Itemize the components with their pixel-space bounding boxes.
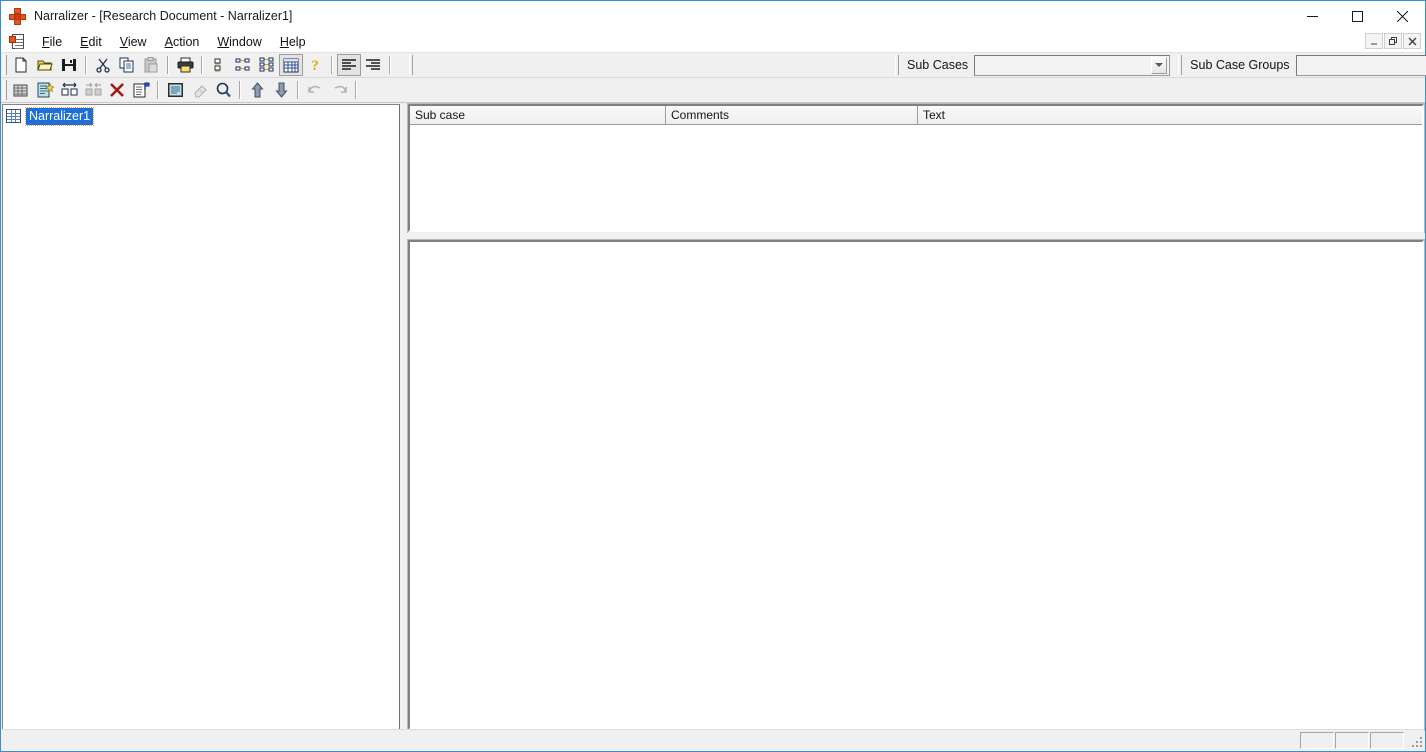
subcases-toolbar-grip[interactable]: [895, 55, 899, 75]
tree-item-label: Narralizer1: [24, 106, 95, 126]
collapse-icon[interactable]: [81, 79, 105, 101]
grid-view-icon[interactable]: [279, 54, 303, 76]
properties-icon[interactable]: [129, 79, 153, 101]
resize-grip-icon[interactable]: [1408, 733, 1422, 747]
status-panel-2: [1335, 731, 1369, 749]
client-area: Narralizer1 Sub case Comments Text: [1, 103, 1425, 732]
sub-cases-label: Sub Cases: [907, 58, 969, 72]
hierarchy-branch-icon[interactable]: [231, 54, 255, 76]
menu-item-file[interactable]: File: [33, 33, 71, 51]
toolbar-separator: [355, 81, 357, 99]
menu-item-window[interactable]: Window: [208, 33, 270, 51]
cut-scissors-icon[interactable]: [91, 54, 115, 76]
status-panel-1: [1300, 731, 1334, 749]
grid-node-icon: [6, 109, 21, 123]
action-toolbar: [1, 78, 1425, 103]
grid-small-icon[interactable]: [9, 79, 33, 101]
toolbar-separator: [157, 81, 159, 99]
sub-case-groups-label: Sub Case Groups: [1190, 58, 1290, 72]
text-editor-pane[interactable]: [407, 239, 1425, 731]
grid-column-sub-case[interactable]: Sub case: [410, 106, 666, 125]
hierarchy-vertical-icon[interactable]: [207, 54, 231, 76]
chevron-down-icon[interactable]: [1151, 56, 1168, 74]
align-right-icon[interactable]: [361, 54, 385, 76]
expand-icon[interactable]: [57, 79, 81, 101]
new-subcase-icon[interactable]: [33, 79, 57, 101]
redo-icon[interactable]: [327, 79, 351, 101]
paste-icon[interactable]: [139, 54, 163, 76]
svg-text:?: ?: [311, 58, 319, 73]
toolbar-separator: [239, 81, 241, 99]
delete-x-icon[interactable]: [105, 79, 129, 101]
document-view-icon[interactable]: [163, 79, 187, 101]
open-folder-icon[interactable]: [33, 54, 57, 76]
grid-header-row: Sub case Comments Text: [410, 106, 1422, 125]
window-title: Narralizer - [Research Document - Narral…: [34, 9, 293, 23]
mdi-restore-button[interactable]: [1384, 33, 1402, 49]
sub-case-grid[interactable]: Sub case Comments Text: [407, 103, 1425, 233]
menu-item-view[interactable]: View: [111, 33, 156, 51]
window-controls: [1290, 1, 1425, 31]
title-bar: Narralizer - [Research Document - Narral…: [1, 1, 1425, 31]
horizontal-splitter[interactable]: [408, 232, 1424, 240]
toolbar-grip[interactable]: [3, 55, 7, 75]
arrow-up-icon[interactable]: [245, 79, 269, 101]
toolbar-separator: [297, 81, 299, 99]
hierarchy-tree-icon[interactable]: [255, 54, 279, 76]
grid-column-comments[interactable]: Comments: [666, 106, 918, 125]
menu-bar: File Edit View Action Window Help: [1, 31, 1425, 52]
arrow-down-icon[interactable]: [269, 79, 293, 101]
save-disk-icon[interactable]: [57, 54, 81, 76]
narralizer-app-icon: [9, 7, 26, 25]
grid-body[interactable]: [410, 125, 1422, 233]
status-bar: [2, 729, 1424, 750]
toolbar-separator: [201, 56, 203, 74]
toolbar-separator: [331, 56, 333, 74]
menu-item-help[interactable]: Help: [271, 33, 315, 51]
eraser-icon[interactable]: [187, 79, 211, 101]
subcasegroups-toolbar-grip[interactable]: [1178, 55, 1183, 75]
menu-item-edit[interactable]: Edit: [71, 33, 111, 51]
sub-case-groups-combo[interactable]: [1295, 54, 1426, 76]
mdi-minimize-button[interactable]: [1365, 33, 1383, 49]
sub-cases-combo[interactable]: [974, 54, 1171, 76]
minimize-button[interactable]: [1290, 1, 1335, 31]
document-icon[interactable]: [9, 33, 25, 50]
case-tree-panel[interactable]: Narralizer1: [2, 104, 400, 732]
menu-item-action[interactable]: Action: [156, 33, 209, 51]
maximize-button[interactable]: [1335, 1, 1380, 31]
toolbar-separator: [167, 56, 169, 74]
main-toolbar: ? Sub Cases Sub Case Groups: [1, 53, 1426, 78]
application-window: Narralizer - [Research Document - Narral…: [0, 0, 1426, 752]
new-document-icon[interactable]: [9, 54, 33, 76]
toolbar-separator: [389, 56, 391, 74]
toolbar-grip[interactable]: [409, 55, 413, 75]
toolbar-grip[interactable]: [3, 80, 7, 100]
print-icon[interactable]: [173, 54, 197, 76]
status-panel-3: [1370, 731, 1404, 749]
undo-icon[interactable]: [303, 79, 327, 101]
mdi-window-controls: [1365, 33, 1421, 49]
toolbar-separator: [85, 56, 87, 74]
right-side-container: Sub case Comments Text: [407, 103, 1425, 731]
close-button[interactable]: [1380, 1, 1425, 31]
grid-column-text[interactable]: Text: [918, 106, 1422, 125]
mdi-close-button[interactable]: [1403, 33, 1421, 49]
copy-icon[interactable]: [115, 54, 139, 76]
toolbar-zone: ? Sub Cases Sub Case Groups: [1, 52, 1426, 103]
help-question-icon[interactable]: ?: [303, 54, 327, 76]
search-magnifier-icon[interactable]: [211, 79, 235, 101]
tree-item-narralizer1[interactable]: Narralizer1: [3, 106, 399, 126]
align-left-icon[interactable]: [337, 54, 361, 76]
